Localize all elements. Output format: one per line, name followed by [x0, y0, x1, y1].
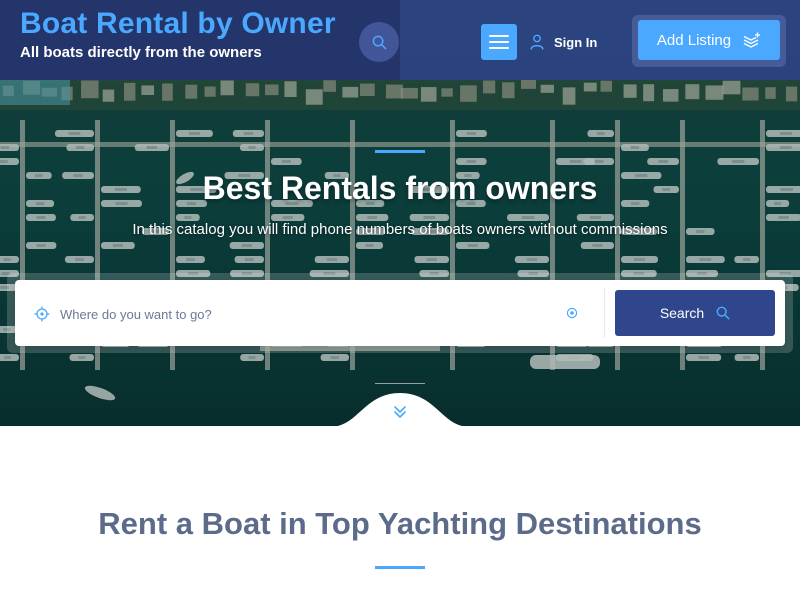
- search-button[interactable]: Search: [615, 290, 775, 336]
- hero-accent-line: [375, 150, 425, 153]
- menu-button[interactable]: [481, 24, 517, 60]
- hamburger-icon-bar: [489, 47, 509, 49]
- hamburger-icon-bar: [489, 35, 509, 37]
- scroll-indicator-line: [375, 383, 425, 384]
- site-title[interactable]: Boat Rental by Owner: [20, 7, 336, 41]
- section-title: Rent a Boat in Top Yachting Destinations: [98, 506, 702, 541]
- hero-subtitle: In this catalog you will find phone numb…: [132, 221, 668, 238]
- site-header: Boat Rental by Owner All boats directly …: [0, 0, 800, 80]
- header-search-button[interactable]: [359, 22, 399, 62]
- search-icon: [372, 35, 386, 49]
- search-divider: [604, 288, 605, 338]
- add-listing-button[interactable]: Add Listing: [638, 20, 780, 60]
- sign-in-label: Sign In: [554, 34, 598, 50]
- hamburger-icon-bar: [489, 41, 509, 43]
- add-listing-label: Add Listing: [656, 31, 732, 49]
- user-icon: [530, 34, 544, 50]
- site-tagline: All boats directly from the owners: [20, 44, 262, 61]
- hero-title: Best Rentals from owners: [202, 170, 598, 206]
- chevron-double-down-icon[interactable]: [392, 404, 408, 420]
- destination-search-input[interactable]: [58, 300, 552, 328]
- section-accent-line: [375, 566, 425, 569]
- sign-in-link[interactable]: Sign In: [530, 32, 597, 52]
- layers-plus-icon: [743, 32, 761, 48]
- crosshair-icon: [34, 306, 50, 322]
- search-icon: [716, 306, 730, 320]
- search-button-label: Search: [659, 305, 705, 321]
- target-dot-icon[interactable]: [566, 307, 578, 319]
